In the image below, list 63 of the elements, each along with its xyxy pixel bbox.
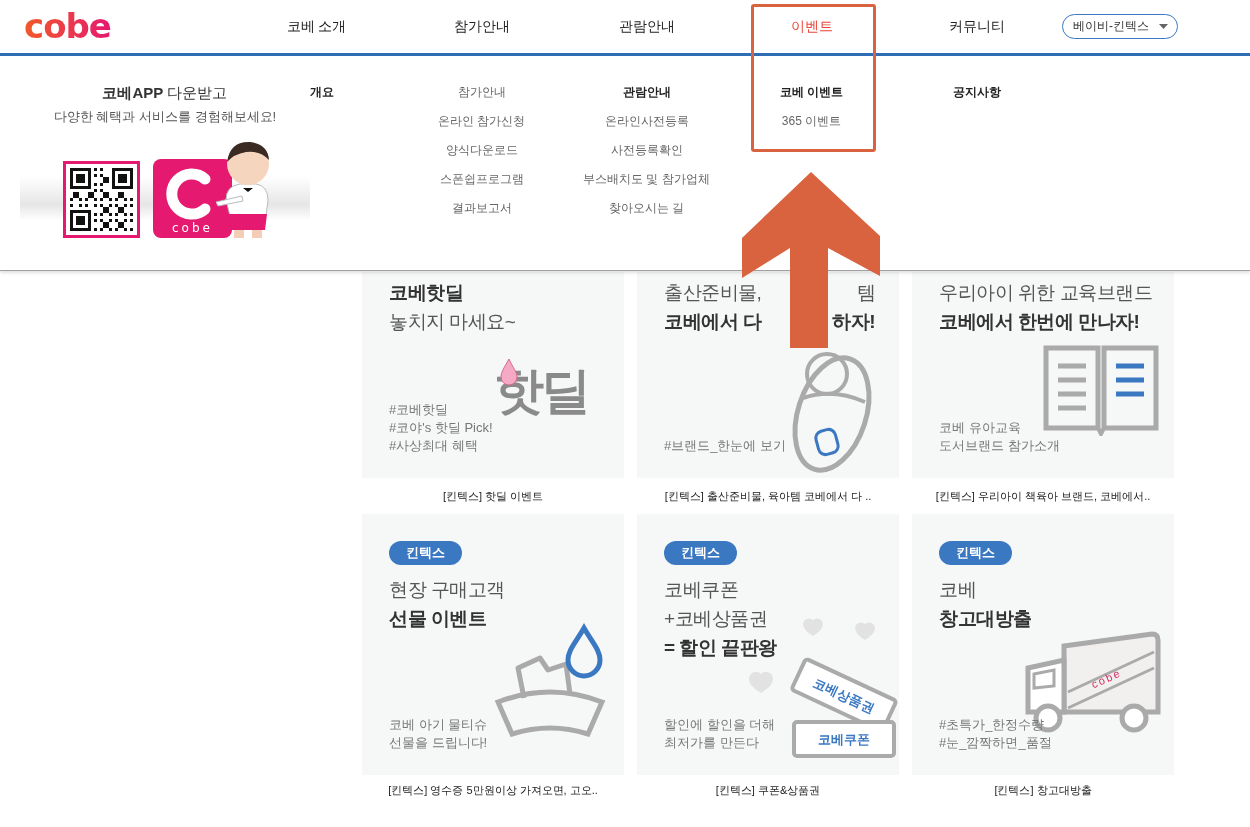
card-heading: 선물 이벤트: [389, 607, 487, 631]
promo-title: 코베APP 다운받고: [102, 83, 228, 103]
nav-tab[interactable]: 커뮤니티: [946, 13, 1007, 40]
menu-link[interactable]: 양식다운로드: [445, 136, 518, 165]
venue-select[interactable]: 베이비-킨텍스: [1062, 14, 1178, 39]
event-card[interactable]: 우리아이 위한 교육브랜드 코베에서 한번에 만나자! 코베 유아교육 도서브랜드 참가소개: [912, 272, 1174, 478]
menu-link[interactable]: 관람안내: [622, 78, 671, 107]
nav-tab[interactable]: 이벤트: [788, 13, 835, 40]
card-caption[interactable]: [킨텍스] 창고대방출: [912, 775, 1174, 805]
card-description: #브랜드_한눈에 보기: [664, 437, 787, 455]
card-caption[interactable]: [킨텍스] 우리아이 책육아 브랜드, 코베에서..: [912, 478, 1174, 514]
venue-badge: 킨텍스: [389, 541, 462, 565]
card-heading: 코베에서 다: [664, 310, 762, 334]
card-heading: 하자!: [832, 310, 875, 334]
card-heading: +코베상품권: [664, 607, 768, 631]
menu-link[interactable]: 온라인사전등록: [604, 107, 689, 136]
menu-link[interactable]: 결과보고서: [451, 194, 512, 223]
menu-link[interactable]: 공지사항: [952, 78, 1001, 107]
menu-link[interactable]: 부스배치도 및 참가업체: [583, 165, 710, 194]
card-heading: 코베: [939, 578, 976, 602]
menu-link[interactable]: 온라인 참가신청: [437, 107, 526, 136]
card-heading: 놓치지 마세요~: [389, 310, 516, 334]
card-description: #코베핫딜: [389, 401, 449, 419]
card-heading: 창고대방출: [939, 607, 1032, 631]
nav-tab[interactable]: 참가안내: [451, 13, 512, 40]
menu-link[interactable]: 365 이벤트: [781, 107, 842, 136]
menu-link[interactable]: 코베 이벤트: [779, 78, 844, 107]
card-caption[interactable]: [킨텍스] 영수증 5만원이상 가져오면, 고오..: [362, 775, 624, 805]
card-description: 최저가를 만든다: [664, 734, 759, 752]
event-card[interactable]: 출산준비물, 템 코베에서 다 하자! #브랜드_한눈에 보기: [637, 272, 899, 478]
card-heading: 코베에서 한번에 만나자!: [939, 310, 1140, 334]
card-description: #코야's 핫딜 Pick!: [389, 419, 493, 437]
card-caption[interactable]: [킨텍스] 출산준비물, 육아템 코베에서 다 ..: [637, 478, 899, 514]
card-heading: 코베쿠폰: [664, 578, 738, 602]
card-description: 할인에 할인을 더해: [664, 716, 776, 734]
card-heading: 코베핫딜: [389, 281, 463, 305]
menu-link[interactable]: 스폰쉽프로그램: [439, 165, 524, 194]
card-description: 코베 유아교육: [939, 419, 1021, 437]
menu-link[interactable]: 찾아오시는 길: [608, 194, 685, 223]
card-description: #사상최대 혜택: [389, 437, 478, 455]
card-description: 선물을 드립니다!: [389, 734, 488, 752]
nav-tab[interactable]: 관람안내: [616, 13, 677, 40]
card-heading: 템: [856, 281, 875, 305]
promo-subtitle: 다양한 혜택과 서비스를 경험해보세요!: [53, 108, 277, 126]
menu-link[interactable]: 개요: [310, 78, 334, 107]
card-caption[interactable]: [킨텍스] 핫딜 이벤트: [362, 478, 624, 514]
card-caption[interactable]: [킨텍스] 쿠폰&상품권: [637, 775, 899, 805]
card-heading: 출산준비물,: [664, 281, 762, 305]
book-icon: [1042, 344, 1160, 436]
venue-badge: 킨텍스: [939, 541, 1012, 565]
app-icon: cobe: [153, 159, 232, 238]
card-description: 도서브랜드 참가소개: [939, 437, 1060, 455]
card-description: #눈_깜짝하면_품절: [939, 734, 1052, 752]
event-card[interactable]: 킨텍스 현장 구매고객 선물 이벤트 코베 아기 물티슈 선물을 드립니다!: [362, 514, 624, 775]
card-description: 코베 아기 물티슈: [389, 716, 488, 734]
card-heading: 현장 구매고객: [389, 578, 505, 602]
menu-link[interactable]: 참가안내: [457, 78, 506, 107]
caret-icon: [1159, 24, 1168, 29]
nav-tab[interactable]: 코베 소개: [284, 13, 349, 40]
card-heading: 우리아이 위한 교육브랜드: [939, 281, 1153, 305]
menu-link[interactable]: 사전등록확인: [610, 136, 683, 165]
card-heading: = 할인 끝판왕: [664, 636, 777, 660]
venue-badge: 킨텍스: [664, 541, 737, 565]
